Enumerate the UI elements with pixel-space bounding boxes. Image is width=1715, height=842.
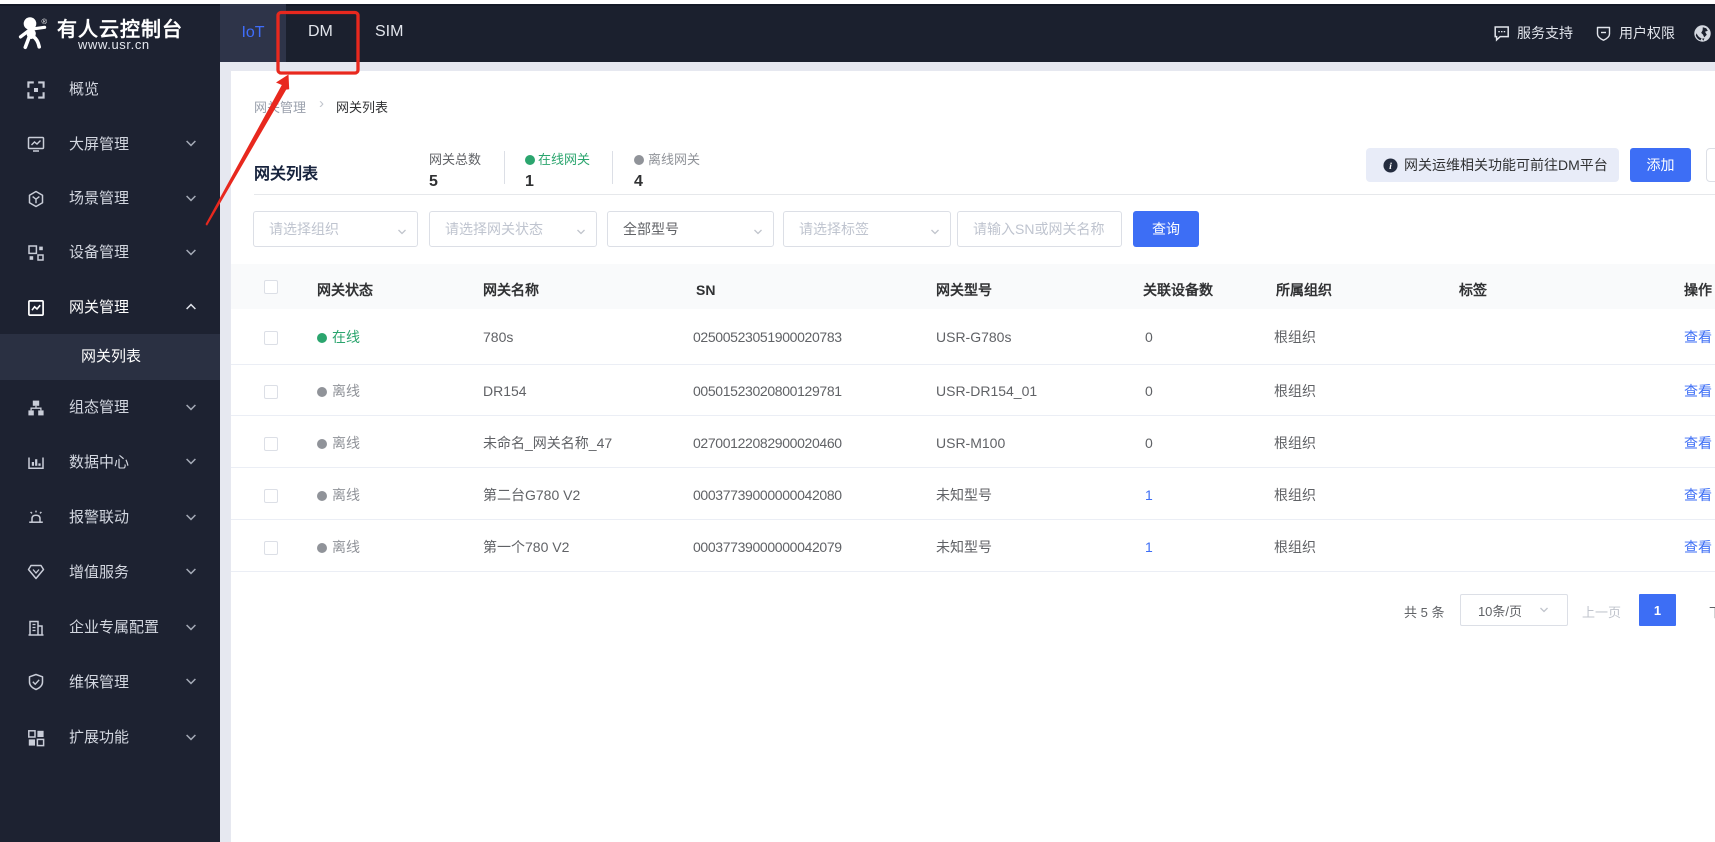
svg-text:®: ® bbox=[42, 17, 48, 26]
svg-text:i: i bbox=[1389, 160, 1392, 171]
